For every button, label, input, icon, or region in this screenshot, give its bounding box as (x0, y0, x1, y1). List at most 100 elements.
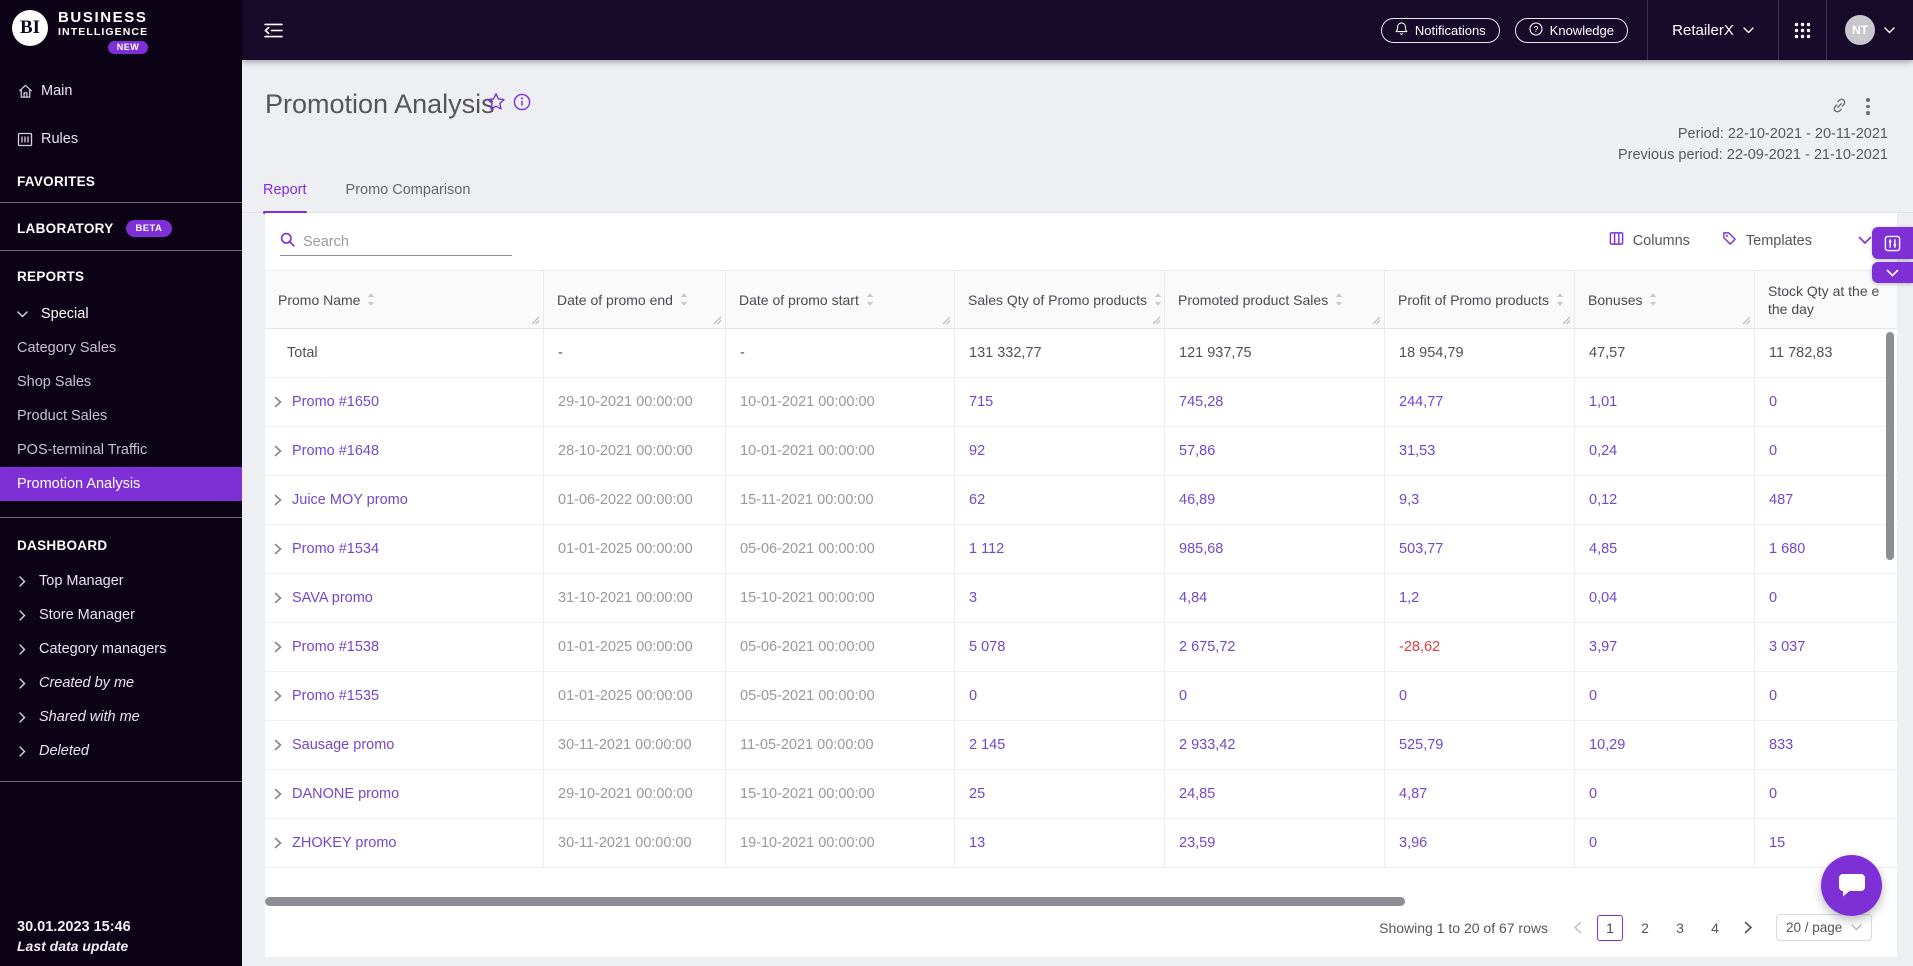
resize-handle[interactable] (1152, 316, 1161, 325)
avatar: NT (1845, 15, 1875, 45)
expand-row-icon[interactable] (274, 396, 282, 408)
resize-handle[interactable] (1562, 316, 1571, 325)
column-header-end[interactable]: Date of promo end (544, 271, 726, 328)
promo-name-link[interactable]: ZHOKEY promo (292, 835, 397, 851)
laboratory-section[interactable]: LABORATORY BETA (0, 216, 242, 240)
expand-row-icon[interactable] (274, 837, 282, 849)
sort-icon[interactable] (1555, 292, 1565, 307)
sort-icon[interactable] (1334, 292, 1344, 307)
resize-handle[interactable] (1372, 316, 1381, 325)
sidebar-item-category-sales[interactable]: Category Sales (0, 331, 242, 365)
sidebar-group-special[interactable]: Special (0, 297, 242, 331)
knowledge-button[interactable]: ? Knowledge (1514, 17, 1628, 43)
next-page-icon[interactable] (1737, 915, 1759, 941)
total-value: 47,57 (1589, 345, 1626, 361)
column-header-label: Sales Qty of Promo products (968, 291, 1147, 308)
tab-promo-comparison[interactable]: Promo Comparison (346, 182, 471, 212)
promo-name-link[interactable]: Promo #1650 (292, 394, 379, 410)
chat-widget-button[interactable] (1821, 855, 1882, 916)
expand-row-icon[interactable] (274, 739, 282, 751)
more-options-icon[interactable] (1866, 98, 1870, 115)
column-header-promoted_sales[interactable]: Promoted product Sales (1165, 271, 1385, 328)
sort-icon[interactable] (865, 292, 875, 307)
sidebar-item-category-managers[interactable]: Category managers (0, 632, 242, 666)
promo-name-link[interactable]: Promo #1538 (292, 639, 379, 655)
expand-row-icon[interactable] (274, 494, 282, 506)
apps-grid-icon[interactable] (1779, 22, 1826, 39)
logo[interactable]: BI BUSINESS INTELLIGENCE NEW (0, 0, 242, 62)
chevron-down-icon (1886, 269, 1899, 277)
tag-icon (1722, 231, 1737, 250)
cell-name: SAVA promo (265, 574, 544, 622)
expand-row-icon[interactable] (274, 788, 282, 800)
sidebar-item-store-manager[interactable]: Store Manager (0, 598, 242, 632)
expand-row-icon[interactable] (274, 592, 282, 604)
total-cell-stock: 11 782,83 (1755, 329, 1897, 377)
resize-handle[interactable] (1742, 316, 1751, 325)
tab-report[interactable]: Report (263, 182, 307, 214)
favorite-star-icon[interactable] (486, 92, 506, 116)
promo-name-link[interactable]: Juice MOY promo (292, 492, 408, 508)
info-icon[interactable] (513, 93, 531, 116)
sidebar-item-shop-sales[interactable]: Shop Sales (0, 365, 242, 399)
promo-name-link[interactable]: SAVA promo (292, 590, 373, 606)
promo-name-link[interactable]: Promo #1648 (292, 443, 379, 459)
page-number-4[interactable]: 4 (1702, 915, 1728, 941)
share-link-icon[interactable] (1830, 96, 1849, 120)
templates-button[interactable]: Templates (1722, 231, 1812, 250)
sort-icon[interactable] (366, 292, 376, 307)
sidebar-item-pos-terminal-traffic[interactable]: POS-terminal Traffic (0, 433, 242, 467)
cell-bonuses: 0,04 (1575, 574, 1755, 622)
resize-handle[interactable] (713, 316, 722, 325)
cell-value: 05-05-2021 00:00:00 (740, 688, 875, 704)
column-header-label: Promoted product Sales (1178, 291, 1329, 308)
user-menu[interactable]: NT (1827, 15, 1913, 45)
column-header-profit[interactable]: Profit of Promo products (1385, 271, 1575, 328)
columns-button[interactable]: Columns (1609, 231, 1690, 250)
resize-handle[interactable] (942, 316, 951, 325)
filter-panel-button[interactable] (1872, 227, 1913, 259)
expand-row-icon[interactable] (274, 543, 282, 555)
templates-chevron-icon[interactable] (1858, 232, 1872, 250)
cell-profit: 1,2 (1385, 574, 1575, 622)
column-header-start[interactable]: Date of promo start (726, 271, 955, 328)
column-header-sales_qty[interactable]: Sales Qty of Promo products (955, 271, 1165, 328)
expand-row-icon[interactable] (274, 641, 282, 653)
sidebar-item-created-by-me[interactable]: Created by me (0, 666, 242, 700)
sidebar-item-deleted[interactable]: Deleted (0, 734, 242, 768)
page-size-select[interactable]: 20 / page (1776, 914, 1872, 941)
sidebar-item-rules[interactable]: Rules (0, 122, 242, 156)
sidebar-item-label: Category Sales (17, 340, 117, 356)
sidebar-item-promotion-analysis[interactable]: Promotion Analysis (0, 467, 242, 501)
workspace-selector[interactable]: RetailerX (1648, 22, 1778, 39)
resize-handle[interactable] (531, 316, 540, 325)
page-number-2[interactable]: 2 (1632, 915, 1658, 941)
sidebar-item-main[interactable]: Main (0, 74, 242, 108)
page-number-3[interactable]: 3 (1667, 915, 1693, 941)
promo-name-link[interactable]: Promo #1534 (292, 541, 379, 557)
column-header-bonuses[interactable]: Bonuses (1575, 271, 1755, 328)
notifications-button[interactable]: Notifications (1380, 17, 1500, 43)
sidebar-item-top-manager[interactable]: Top Manager (0, 564, 242, 598)
sidebar-item-product-sales[interactable]: Product Sales (0, 399, 242, 433)
collapse-sidebar-icon[interactable] (263, 22, 284, 39)
vertical-scrollbar[interactable] (1886, 332, 1894, 560)
page-number-1[interactable]: 1 (1597, 914, 1623, 941)
sort-icon[interactable] (679, 292, 689, 307)
search-input[interactable] (303, 234, 493, 250)
prev-page-icon[interactable] (1566, 915, 1588, 941)
promo-name-link[interactable]: DANONE promo (292, 786, 399, 802)
chevron-down-icon (17, 310, 28, 318)
column-header-name[interactable]: Promo Name (265, 271, 544, 328)
horizontal-scrollbar[interactable] (265, 897, 1405, 906)
expand-row-icon[interactable] (274, 690, 282, 702)
collapse-panel-button[interactable] (1872, 262, 1913, 283)
promo-name-link[interactable]: Promo #1535 (292, 688, 379, 704)
promo-name-link[interactable]: Sausage promo (292, 737, 394, 753)
sort-icon[interactable] (1153, 292, 1163, 307)
expand-row-icon[interactable] (274, 445, 282, 457)
sidebar-item-shared-with-me[interactable]: Shared with me (0, 700, 242, 734)
last-update-label: Last data update (17, 938, 129, 954)
cell-value: 487 (1769, 492, 1794, 508)
sort-icon[interactable] (1648, 292, 1658, 307)
